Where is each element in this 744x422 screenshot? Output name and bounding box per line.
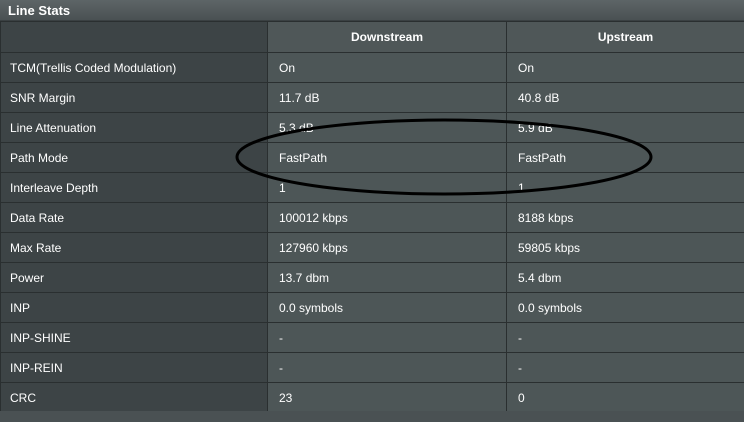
downstream-value-text: On [279, 60, 296, 75]
downstream-value: 1 [267, 172, 507, 203]
column-header-blank [0, 21, 268, 53]
row-label: SNR Margin [0, 82, 268, 113]
upstream-value: FastPath [506, 142, 744, 173]
upstream-value-text: 40.8 dB [518, 90, 560, 105]
panel-footer-bar [0, 411, 744, 422]
upstream-value-text: 0.0 symbols [518, 300, 583, 315]
downstream-value: 13.7 dbm [267, 262, 507, 293]
table-row: Path Mode FastPath FastPath [0, 142, 744, 173]
line-stats-table: Downstream Upstream TCM(Trellis Coded Mo… [0, 21, 744, 413]
row-label: INP-REIN [0, 352, 268, 383]
downstream-value: - [267, 322, 507, 353]
upstream-value: 5.9 dB [506, 112, 744, 143]
downstream-value-text: 11.7 dB [279, 90, 320, 105]
row-label: Data Rate [0, 202, 268, 233]
panel-title: Line Stats [8, 3, 71, 18]
row-label: CRC [0, 382, 268, 413]
row-label: Line Attenuation [0, 112, 268, 143]
upstream-value: 5.4 dbm [506, 262, 744, 293]
upstream-value: - [506, 352, 744, 383]
upstream-value-text: On [518, 60, 535, 75]
row-label: Max Rate [0, 232, 268, 263]
table-row: Line Attenuation 5.3 dB 5.9 dB [0, 112, 744, 143]
table-row: Power 13.7 dbm 5.4 dbm [0, 262, 744, 293]
downstream-value-text: 13.7 dbm [279, 270, 330, 285]
downstream-value: 23 [267, 382, 507, 413]
upstream-value-text: 0 [518, 390, 525, 405]
table-row: SNR Margin 11.7 dB 40.8 dB [0, 82, 744, 113]
downstream-value: 127960 kbps [267, 232, 507, 263]
upstream-value-text: 1 [518, 180, 525, 195]
table-header-row: Downstream Upstream [0, 21, 744, 53]
upstream-value: 0.0 symbols [506, 292, 744, 323]
upstream-value: - [506, 322, 744, 353]
upstream-value: 8188 kbps [506, 202, 744, 233]
line-stats-panel: Line Stats Downstream Upstream TCM(Trell… [0, 0, 744, 422]
upstream-value: 0 [506, 382, 744, 413]
table-row: TCM(Trellis Coded Modulation) On On [0, 52, 744, 83]
upstream-value-text: FastPath [518, 150, 567, 165]
downstream-value-text: FastPath [279, 150, 328, 165]
downstream-value: On [267, 52, 507, 83]
table-row: CRC 23 0 [0, 382, 744, 413]
downstream-value: 0.0 symbols [267, 292, 507, 323]
upstream-value-text: 5.9 dB [518, 120, 553, 135]
downstream-value-text: - [279, 360, 283, 375]
downstream-value-text: 23 [279, 390, 293, 405]
panel-title-bar: Line Stats [0, 0, 744, 21]
upstream-value: 40.8 dB [506, 82, 744, 113]
column-header-upstream: Upstream [506, 21, 744, 53]
table-row: INP-REIN - - [0, 352, 744, 383]
downstream-value-text: 100012 kbps [279, 210, 348, 225]
upstream-value-text: 59805 kbps [518, 240, 581, 255]
downstream-value: 11.7 dB [267, 82, 507, 113]
upstream-value-text: 8188 kbps [518, 210, 574, 225]
table-row: Interleave Depth 1 1 [0, 172, 744, 203]
table-row: Data Rate 100012 kbps 8188 kbps [0, 202, 744, 233]
row-label: INP [0, 292, 268, 323]
downstream-value-text: 0.0 symbols [279, 300, 344, 315]
downstream-value: FastPath [267, 142, 507, 173]
table-row: INP 0.0 symbols 0.0 symbols [0, 292, 744, 323]
table-row: Max Rate 127960 kbps 59805 kbps [0, 232, 744, 263]
upstream-value-text: - [518, 330, 522, 345]
downstream-value: 5.3 dB [267, 112, 507, 143]
upstream-value-text: 5.4 dbm [518, 270, 562, 285]
row-label: INP-SHINE [0, 322, 268, 353]
downstream-value-text: - [279, 330, 283, 345]
downstream-value-text: 127960 kbps [279, 240, 348, 255]
upstream-value: 1 [506, 172, 744, 203]
row-label: Power [0, 262, 268, 293]
table-body: TCM(Trellis Coded Modulation) On On SNR Mar… [0, 52, 744, 413]
column-header-downstream: Downstream [267, 21, 507, 53]
row-label: TCM(Trellis Coded Modulation) [0, 52, 268, 83]
downstream-value: - [267, 352, 507, 383]
upstream-value: 59805 kbps [506, 232, 744, 263]
upstream-value-text: - [518, 360, 522, 375]
downstream-value-text: 1 [279, 180, 286, 195]
table-row: INP-SHINE - - [0, 322, 744, 353]
downstream-value-text: 5.3 dB [279, 120, 314, 135]
upstream-value: On [506, 52, 744, 83]
row-label: Interleave Depth [0, 172, 268, 203]
row-label: Path Mode [0, 142, 268, 173]
downstream-value: 100012 kbps [267, 202, 507, 233]
